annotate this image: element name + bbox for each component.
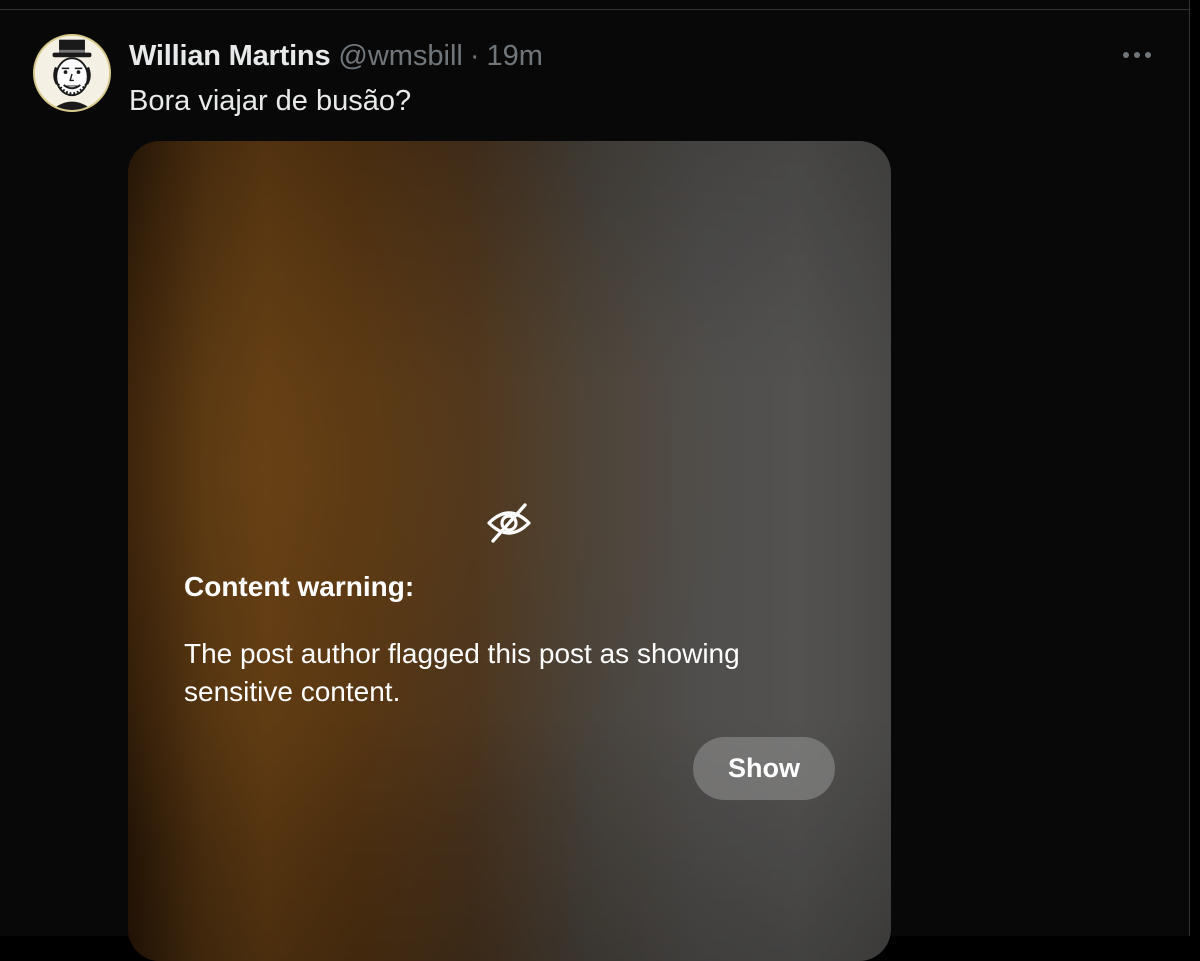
- show-sensitive-content-button[interactable]: Show: [693, 737, 835, 800]
- author-handle[interactable]: @wmsbill: [338, 40, 463, 73]
- post-header: Willian Martins @wmsbill · 19m: [129, 38, 543, 74]
- post-text: Bora viajar de busão?: [129, 85, 412, 117]
- post-timestamp[interactable]: 19m: [487, 40, 543, 73]
- more-dot-icon: [1123, 52, 1129, 58]
- header-separator: ·: [469, 39, 480, 72]
- timeline-column: Willian Martins @wmsbill · 19m Bora viaj…: [0, 0, 1190, 961]
- content-warning-description: The post author flagged this post as sho…: [184, 638, 740, 707]
- avatar[interactable]: [33, 34, 111, 112]
- author-name[interactable]: Willian Martins: [129, 40, 331, 73]
- blur-overlay: [128, 141, 891, 961]
- more-dot-icon: [1145, 52, 1151, 58]
- more-options-button[interactable]: [1116, 40, 1158, 70]
- content-warning-title: Content warning:: [184, 571, 415, 602]
- more-dot-icon: [1134, 52, 1140, 58]
- eye-slash-icon: [487, 503, 531, 543]
- avatar-caricature-icon: [35, 36, 109, 110]
- divider: [0, 9, 1189, 10]
- media-container[interactable]: Content warning: The post author flagged…: [128, 141, 891, 961]
